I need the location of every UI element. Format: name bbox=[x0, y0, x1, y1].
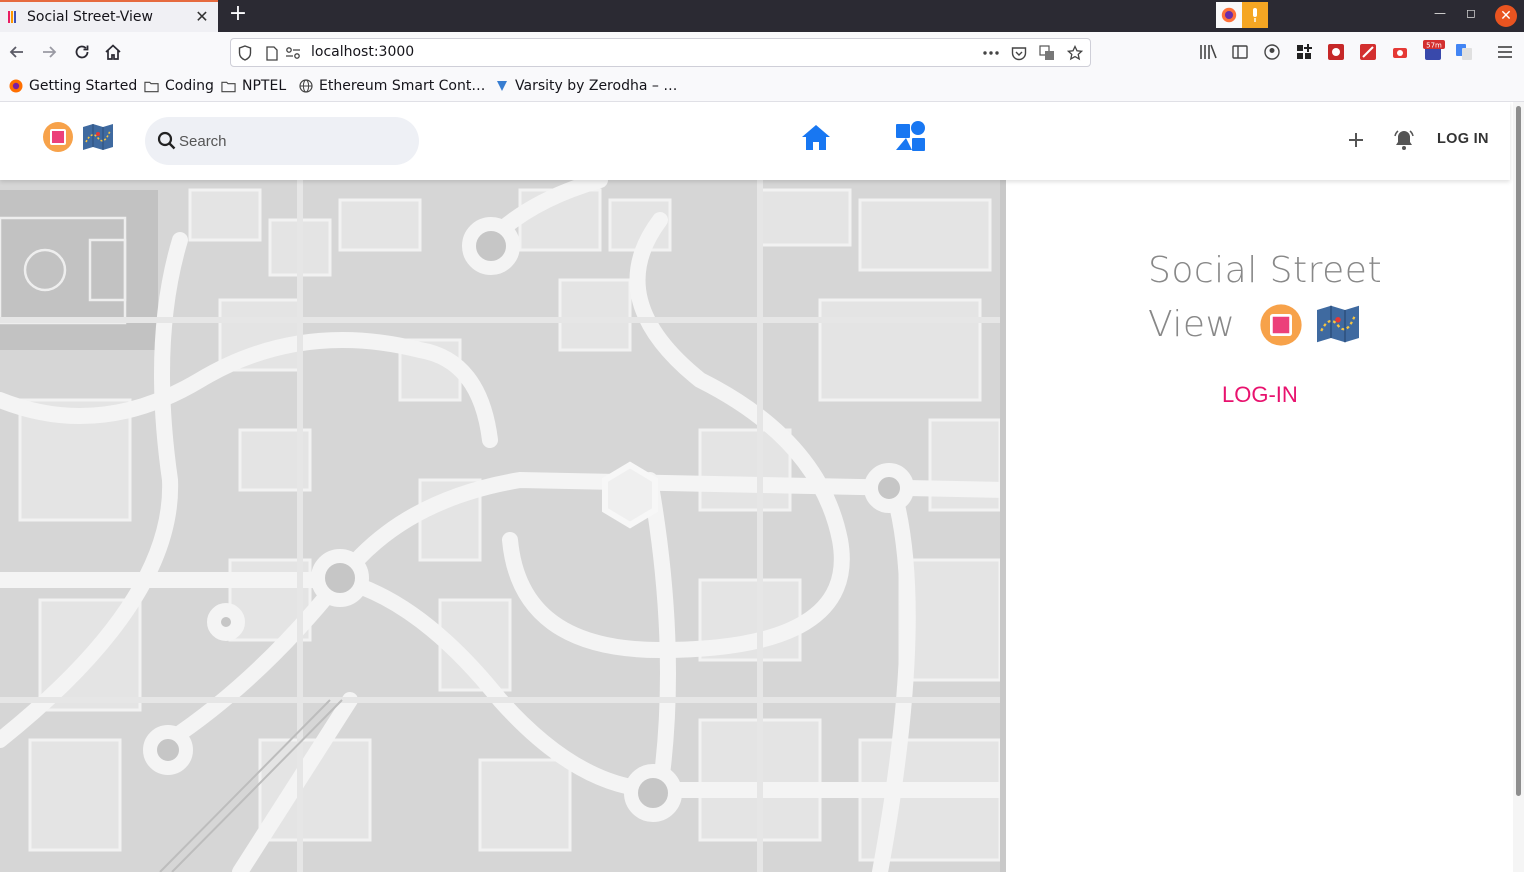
brand-line-2-text: View bbox=[1148, 304, 1236, 345]
home-icon[interactable] bbox=[101, 40, 125, 64]
explore-shapes-icon bbox=[896, 121, 925, 151]
tab-social-street-view[interactable]: Social Street-View ✕ bbox=[0, 0, 218, 32]
library-icon[interactable] bbox=[1199, 43, 1217, 61]
tab-strip: Social Street-View ✕ + — ◻ ✕ bbox=[0, 0, 1524, 32]
firefox-sharing-icon[interactable] bbox=[1216, 2, 1242, 28]
app-header: LOG IN bbox=[0, 102, 1510, 180]
extension-red-icon[interactable] bbox=[1327, 43, 1345, 61]
tablet-logo-icon bbox=[43, 122, 73, 152]
account-icon[interactable] bbox=[1263, 43, 1281, 61]
brand-title: Social Street View bbox=[1148, 244, 1408, 352]
varsity-icon bbox=[494, 79, 509, 94]
permissions-icon[interactable] bbox=[285, 45, 301, 61]
app-logo[interactable] bbox=[42, 121, 114, 153]
page-scrollbar[interactable] bbox=[1513, 102, 1524, 872]
brand-line-2: View bbox=[1148, 298, 1408, 352]
window-close-icon[interactable]: ✕ bbox=[1495, 5, 1517, 27]
brand-icons bbox=[1259, 303, 1361, 347]
map-logo-icon bbox=[1317, 305, 1360, 343]
back-icon[interactable] bbox=[5, 40, 29, 64]
maximize-icon[interactable]: ◻ bbox=[1466, 6, 1476, 20]
folder-icon bbox=[221, 79, 236, 94]
login-heading[interactable]: LOG-IN bbox=[1222, 382, 1298, 408]
firefox-icon bbox=[8, 79, 23, 94]
page-icon bbox=[264, 45, 280, 61]
notifications-button[interactable] bbox=[1392, 128, 1416, 152]
timer-badge: 57m bbox=[1426, 42, 1442, 50]
search-icon bbox=[157, 131, 176, 150]
map-graphic bbox=[0, 180, 1006, 872]
page-actions-icon[interactable] bbox=[983, 45, 999, 61]
search-input[interactable] bbox=[179, 129, 399, 153]
forward-icon[interactable] bbox=[37, 40, 61, 64]
home-icon bbox=[802, 125, 830, 150]
bookmark-nptel[interactable]: NPTEL bbox=[221, 78, 286, 94]
login-panel: Social Street View LOG-IN bbox=[1006, 180, 1510, 872]
bookmark-coding[interactable]: Coding bbox=[144, 78, 214, 94]
bookmark-varsity[interactable]: Varsity by Zerodha – … bbox=[494, 78, 677, 94]
scrollbar-thumb[interactable] bbox=[1516, 106, 1521, 796]
microphone-icon[interactable] bbox=[1242, 2, 1268, 28]
explore-nav-button[interactable] bbox=[894, 120, 928, 154]
tab-title: Social Street-View bbox=[27, 9, 153, 25]
url-bar[interactable]: localhost:3000 bbox=[230, 38, 1091, 67]
brand-line-1: Social Street bbox=[1148, 250, 1383, 291]
bookmark-star-icon[interactable] bbox=[1067, 45, 1083, 61]
bookmark-label: Varsity by Zerodha – … bbox=[515, 78, 678, 94]
extension-pen-icon[interactable] bbox=[1359, 43, 1377, 61]
menu-icon[interactable] bbox=[1496, 43, 1514, 61]
bookmark-getting-started[interactable]: Getting Started bbox=[8, 78, 137, 94]
site-favicon-icon bbox=[8, 11, 18, 23]
home-nav-button[interactable] bbox=[800, 122, 832, 154]
pocket-icon[interactable] bbox=[1011, 45, 1027, 61]
bookmark-label: Ethereum Smart Cont… bbox=[319, 78, 486, 94]
bell-icon bbox=[1394, 130, 1414, 150]
google-translate-icon[interactable] bbox=[1455, 43, 1473, 61]
login-link[interactable]: LOG IN bbox=[1437, 131, 1489, 147]
minimize-icon[interactable]: — bbox=[1434, 6, 1446, 20]
bookmark-label: Coding bbox=[165, 78, 214, 94]
screenshot-icon[interactable] bbox=[1391, 43, 1409, 61]
reload-icon[interactable] bbox=[70, 40, 94, 64]
tracking-shield-icon[interactable] bbox=[237, 45, 253, 61]
search-bar[interactable] bbox=[145, 117, 419, 165]
recording-indicators bbox=[1216, 2, 1268, 28]
bookmark-label: NPTEL bbox=[242, 78, 287, 94]
bookmark-label: Getting Started bbox=[29, 78, 138, 94]
folder-icon bbox=[144, 79, 159, 94]
plus-icon bbox=[1349, 133, 1363, 147]
extension-grid-icon[interactable] bbox=[1295, 43, 1313, 61]
sidebar-icon[interactable] bbox=[1231, 43, 1249, 61]
app-viewport: LOG IN bbox=[0, 102, 1524, 872]
bookmark-ethereum[interactable]: Ethereum Smart Cont… bbox=[298, 78, 485, 94]
tablet-logo-icon bbox=[1260, 304, 1303, 346]
add-post-button[interactable] bbox=[1344, 128, 1368, 152]
map-logo-icon bbox=[83, 124, 113, 150]
city-map-illustration bbox=[0, 180, 1006, 872]
translate-icon[interactable] bbox=[1039, 45, 1055, 61]
globe-icon bbox=[298, 79, 313, 94]
tab-close-icon[interactable]: ✕ bbox=[192, 7, 212, 27]
url-text[interactable]: localhost:3000 bbox=[311, 44, 414, 60]
new-tab-button[interactable]: + bbox=[226, 3, 250, 27]
bookmarks-toolbar: Getting Started Coding NPTEL Ethereum Sm… bbox=[0, 72, 1524, 102]
timer-extension-icon[interactable]: 57m bbox=[1423, 40, 1445, 62]
